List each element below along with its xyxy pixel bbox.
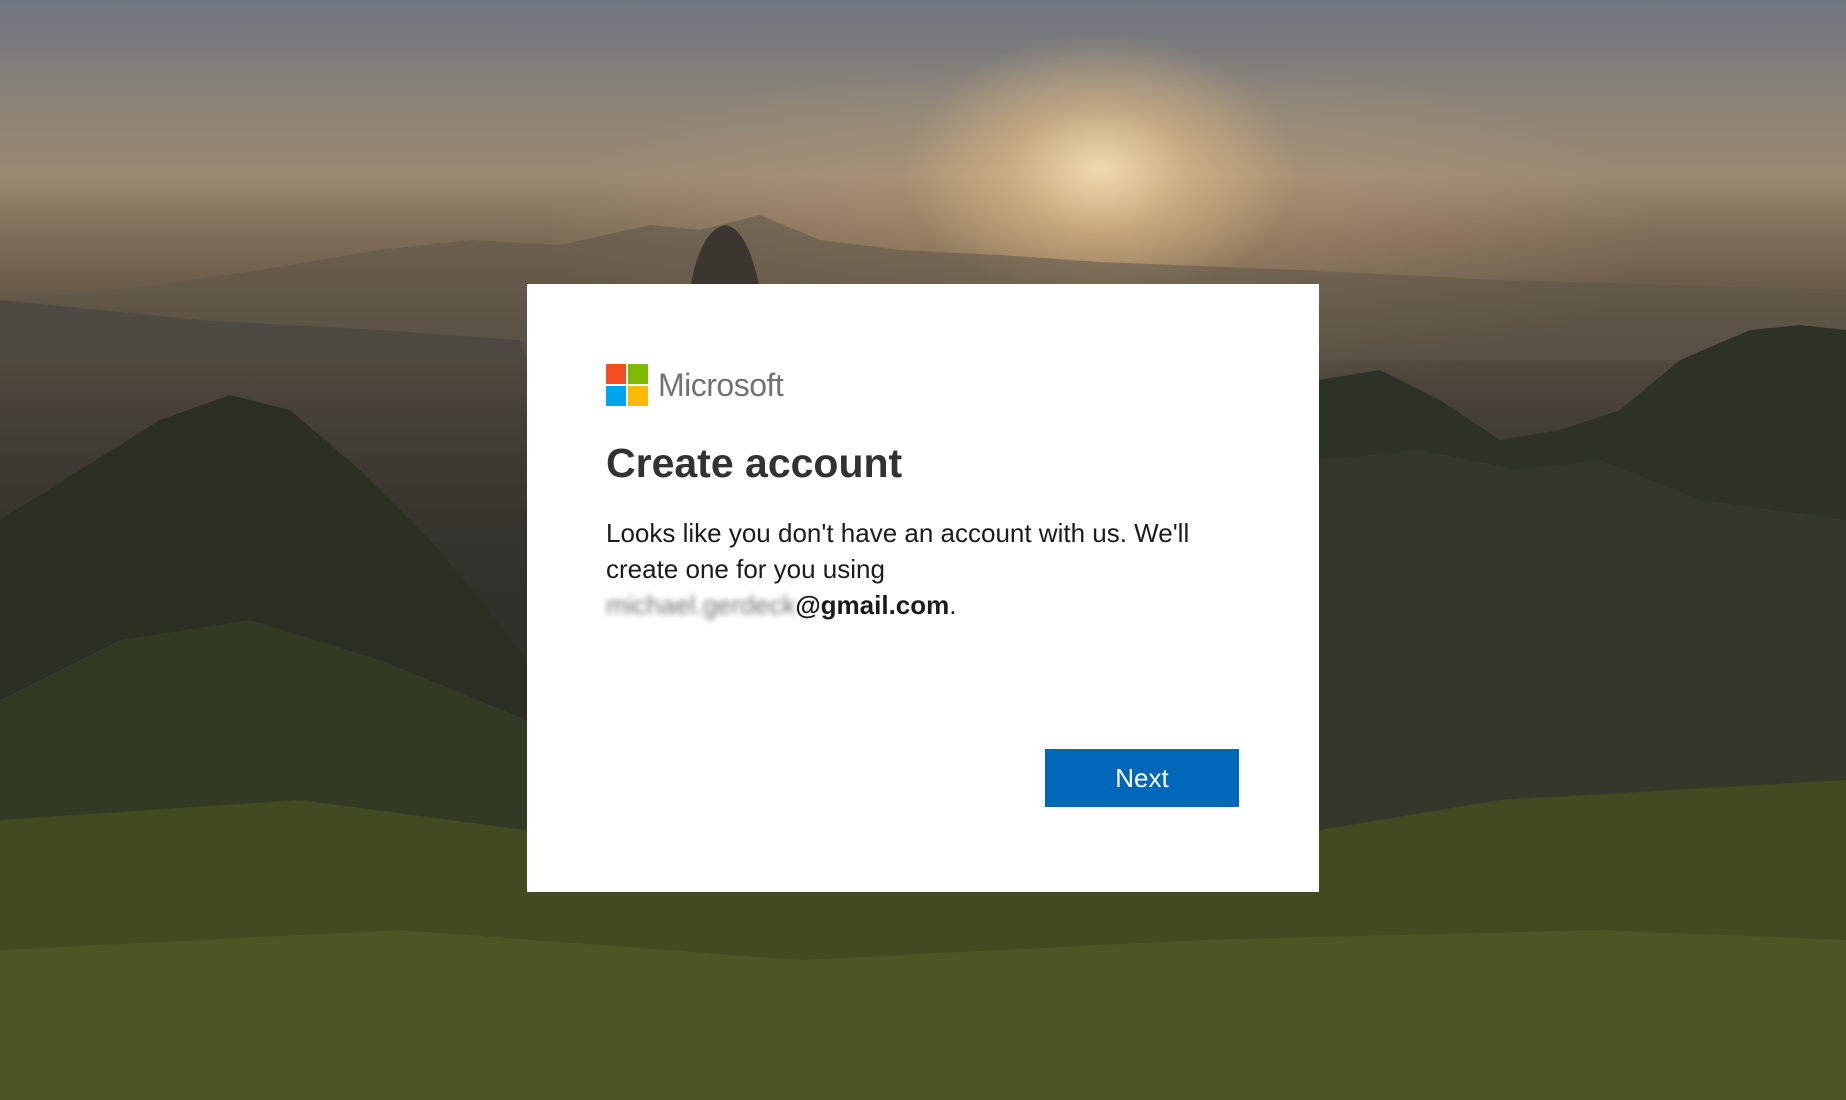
logo-square-green bbox=[628, 364, 648, 384]
microsoft-windows-logo-icon bbox=[606, 364, 648, 406]
account-message: Looks like you don't have an account wit… bbox=[606, 515, 1246, 623]
next-button[interactable]: Next bbox=[1045, 749, 1239, 807]
email-domain: @gmail.com bbox=[795, 590, 950, 620]
microsoft-wordmark: Microsoft bbox=[658, 366, 784, 403]
page-title: Create account bbox=[606, 440, 903, 486]
message-period: . bbox=[949, 590, 957, 620]
logo-square-red bbox=[606, 364, 626, 384]
microsoft-logo: Microsoft bbox=[606, 363, 1240, 407]
message-text: Looks like you don't have an account wit… bbox=[606, 518, 1190, 584]
create-account-dialog: Microsoft Create account Looks like you … bbox=[527, 284, 1319, 892]
logo-square-yellow bbox=[628, 386, 648, 406]
logo-square-blue bbox=[606, 386, 626, 406]
email-local-part-redacted: michael.gerdeck bbox=[606, 590, 796, 620]
